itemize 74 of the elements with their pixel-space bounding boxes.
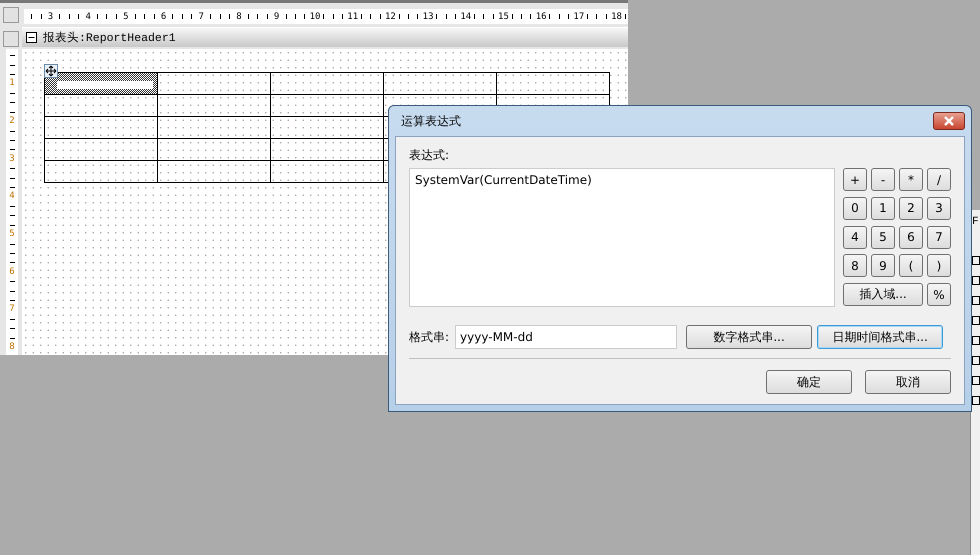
table-cell[interactable] — [271, 95, 384, 117]
ruler-number: 5 — [9, 230, 15, 240]
ruler-number: 8 — [235, 12, 243, 22]
table-cell[interactable] — [271, 139, 384, 161]
keypad-button[interactable]: * — [899, 168, 923, 191]
keypad-button[interactable]: 6 — [899, 226, 923, 249]
keypad-button[interactable]: 4 — [843, 226, 867, 249]
keypad-button[interactable]: 2 — [899, 196, 923, 220]
ruler-number: 4 — [9, 192, 15, 202]
ruler-number: 8 — [9, 342, 15, 352]
panel-header: F — [971, 215, 980, 228]
ruler-number: 7 — [9, 305, 15, 315]
insert-field-button[interactable]: 插入域... — [843, 283, 923, 306]
ruler-number: 14 — [460, 12, 470, 22]
keypad-button[interactable]: 5 — [871, 226, 895, 249]
keypad-button[interactable]: - — [871, 168, 895, 191]
ruler-number: 3 — [9, 154, 15, 164]
ruler-number: 17 — [573, 12, 583, 22]
table-cell[interactable] — [45, 95, 158, 117]
ruler-number: 11 — [347, 12, 357, 22]
window-title: 运算表达式 — [401, 112, 461, 130]
keypad-button[interactable]: 9 — [871, 254, 895, 278]
ruler-number: 12 — [384, 12, 394, 22]
ruler-number: 15 — [498, 12, 508, 22]
table-cell[interactable] — [384, 73, 497, 95]
format-field[interactable]: yyyy-MM-dd — [455, 325, 678, 349]
keypad-button[interactable]: 8 — [843, 254, 867, 278]
ruler-number: 6 — [9, 268, 15, 277]
table-cell[interactable] — [158, 95, 271, 117]
dialog-button[interactable]: 取消 — [865, 370, 951, 394]
format-button[interactable]: 日期时间格式串... — [817, 325, 944, 349]
expression-field[interactable]: SystemVar(CurrentDateTime) — [409, 168, 835, 307]
keypad-button[interactable]: ) — [927, 254, 951, 278]
table-cell[interactable] — [45, 139, 158, 161]
ruler-number: 3 — [46, 12, 54, 22]
table-cell[interactable] — [271, 117, 384, 139]
ruler-number: 7 — [198, 12, 205, 22]
table-cell[interactable] — [45, 73, 158, 95]
ruler-number: 13 — [422, 12, 432, 22]
table-cell[interactable] — [271, 73, 384, 95]
ruler-number: 6 — [160, 12, 168, 22]
ruler-number: 10 — [310, 12, 319, 22]
collapse-icon[interactable] — [26, 32, 37, 43]
table-cell[interactable] — [497, 73, 610, 95]
table-cell[interactable] — [158, 117, 271, 139]
field-label: 格式串: — [409, 328, 450, 346]
move-handle-icon[interactable] — [44, 64, 58, 78]
ruler-number: 5 — [122, 12, 130, 22]
keypad-button[interactable]: % — [927, 283, 951, 306]
ruler-number: 4 — [84, 12, 92, 22]
table-cell[interactable] — [45, 117, 158, 139]
keypad-button[interactable]: ( — [899, 254, 923, 278]
table-cell[interactable] — [158, 161, 271, 183]
close-icon — [943, 116, 955, 126]
table-cell[interactable] — [158, 139, 271, 161]
ruler-number: 2 — [9, 116, 15, 126]
close-button[interactable] — [933, 112, 965, 130]
keypad-button[interactable]: 0 — [843, 196, 867, 220]
ruler-number: 16 — [536, 12, 546, 22]
keypad-button[interactable]: 1 — [871, 196, 895, 220]
band-title: 报表头:ReportHeader1 — [43, 30, 176, 45]
keypad-button[interactable]: + — [843, 168, 867, 191]
format-button[interactable]: 数字格式串... — [686, 325, 812, 349]
ruler-number: 9 — [272, 12, 280, 22]
table-cell[interactable] — [271, 161, 384, 183]
dialog-button[interactable]: 确定 — [766, 370, 852, 394]
keypad-button[interactable]: / — [927, 168, 951, 191]
keypad-button[interactable]: 3 — [927, 196, 951, 220]
keypad-button[interactable]: 7 — [927, 226, 951, 249]
field-label: 表达式: — [409, 147, 450, 164]
ruler-number: 1 — [9, 79, 15, 89]
ruler-number: 18 — [611, 12, 620, 22]
table-cell[interactable] — [158, 73, 271, 95]
table-cell[interactable] — [45, 161, 158, 183]
